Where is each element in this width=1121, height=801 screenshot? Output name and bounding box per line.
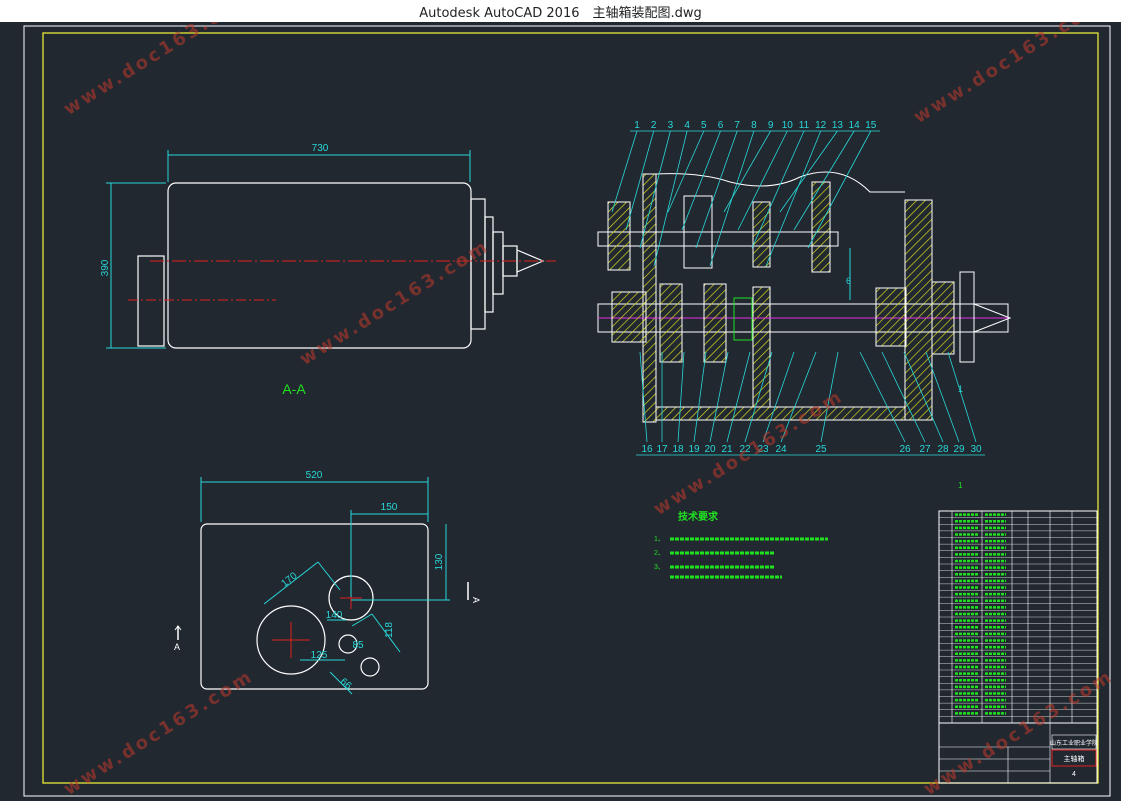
window-title: Autodesk AutoCAD 2016 主轴箱装配图.dwg xyxy=(419,5,702,21)
callout-18: 18 xyxy=(672,444,684,455)
spindle-nose xyxy=(959,271,975,363)
leader-6 xyxy=(681,130,721,231)
leader-9 xyxy=(723,130,771,213)
leader-19 xyxy=(693,351,707,443)
outer-frame xyxy=(23,25,1111,797)
dim-520: 520 xyxy=(306,470,323,481)
upper-bearing-cap xyxy=(607,201,631,271)
tb-school: 山东工业职业学院 xyxy=(1050,739,1098,747)
callout-20: 20 xyxy=(704,444,716,455)
callout-14: 14 xyxy=(849,120,861,131)
leader-7 xyxy=(695,130,738,249)
leader-26 xyxy=(859,351,906,443)
tech-notes-title: 技术要求 xyxy=(678,510,719,523)
callout-8: 8 xyxy=(751,120,757,131)
leader-21 xyxy=(726,351,751,443)
flange-3 xyxy=(492,231,504,295)
bottom-view[interactable]: 520 150 130 170 140 125 118 85 66 A A xyxy=(174,470,481,695)
break-line xyxy=(655,171,905,193)
gear-2 xyxy=(703,283,727,363)
callout-6: 6 xyxy=(718,120,724,131)
housing-right-wall xyxy=(904,199,933,421)
left-view[interactable]: 730 390 A-A xyxy=(100,143,556,397)
callout-3: 3 xyxy=(668,120,674,131)
leader-18 xyxy=(677,351,685,443)
right-bearing xyxy=(875,287,907,347)
callout-10: 10 xyxy=(782,120,794,131)
callout-27: 27 xyxy=(919,444,931,455)
center-distance-label: 6 xyxy=(846,276,851,286)
callout-5: 5 xyxy=(701,120,707,131)
callout-12: 12 xyxy=(815,120,827,131)
housing-floor xyxy=(655,406,906,421)
dim-66: 66 xyxy=(338,676,354,692)
callout-4: 4 xyxy=(684,120,690,131)
tech-note-2: 2、 xyxy=(654,550,665,557)
callout-29: 29 xyxy=(953,444,965,455)
callout-28: 28 xyxy=(937,444,949,455)
section-letter-left: A xyxy=(174,642,180,652)
dim-125: 125 xyxy=(311,650,328,661)
dim-130: 130 xyxy=(434,553,445,570)
drawing-canvas[interactable]: 730 390 A-A 520 150 130 170 140 125 118 … xyxy=(0,22,1121,801)
inner-wall xyxy=(752,286,771,408)
tech-notes[interactable]: 技术要求 1、 2、 3、 xyxy=(654,510,828,579)
callout-13: 13 xyxy=(832,120,844,131)
section-label-aa: A-A xyxy=(282,381,306,397)
window-title-bar: Autodesk AutoCAD 2016 主轴箱装配图.dwg xyxy=(0,0,1121,22)
flange-2 xyxy=(484,216,494,313)
tech-note-3: 3、 xyxy=(654,564,665,571)
parts-page-num: 1 xyxy=(958,481,963,490)
callout-15: 15 xyxy=(865,120,877,131)
tb-sheet: 4 xyxy=(1072,771,1076,778)
callout-25: 25 xyxy=(815,444,827,455)
tech-note-1: 1、 xyxy=(654,536,665,543)
section-letter-right: A xyxy=(471,597,481,603)
leader-5 xyxy=(667,130,705,213)
callout-17: 17 xyxy=(656,444,668,455)
dim-150: 150 xyxy=(381,502,398,513)
ext-line xyxy=(317,561,341,591)
upper-shaft xyxy=(597,231,839,247)
dim-118: 118 xyxy=(384,622,395,638)
inner-wall-top xyxy=(752,201,771,268)
callout-7: 7 xyxy=(734,120,740,131)
dim-730: 730 xyxy=(312,143,329,154)
callout-30: 30 xyxy=(970,444,982,455)
left-bearing xyxy=(611,291,647,343)
callout-9: 9 xyxy=(768,120,774,131)
callout-2: 2 xyxy=(651,120,657,131)
dim-390: 390 xyxy=(100,259,111,276)
callout-19: 19 xyxy=(688,444,700,455)
leader-20 xyxy=(709,351,729,443)
dim-85: 85 xyxy=(352,640,364,651)
gear-1 xyxy=(659,283,683,363)
callout-26: 26 xyxy=(899,444,911,455)
leader-30 xyxy=(947,351,977,443)
end-cap xyxy=(931,281,955,355)
callout-16: 16 xyxy=(641,444,653,455)
callout-11: 11 xyxy=(799,120,810,131)
callout-1: 1 xyxy=(634,120,640,131)
tb-drawing-name: 主轴箱 xyxy=(1064,754,1085,763)
box-body xyxy=(167,182,472,349)
dim-140: 140 xyxy=(326,610,343,621)
motor-body xyxy=(137,255,165,347)
drawing-svg[interactable]: 730 390 A-A 520 150 130 170 140 125 118 … xyxy=(0,22,1121,801)
dim-170: 170 xyxy=(279,570,299,589)
small-hole-2 xyxy=(360,657,380,677)
leader-1 xyxy=(611,130,638,213)
